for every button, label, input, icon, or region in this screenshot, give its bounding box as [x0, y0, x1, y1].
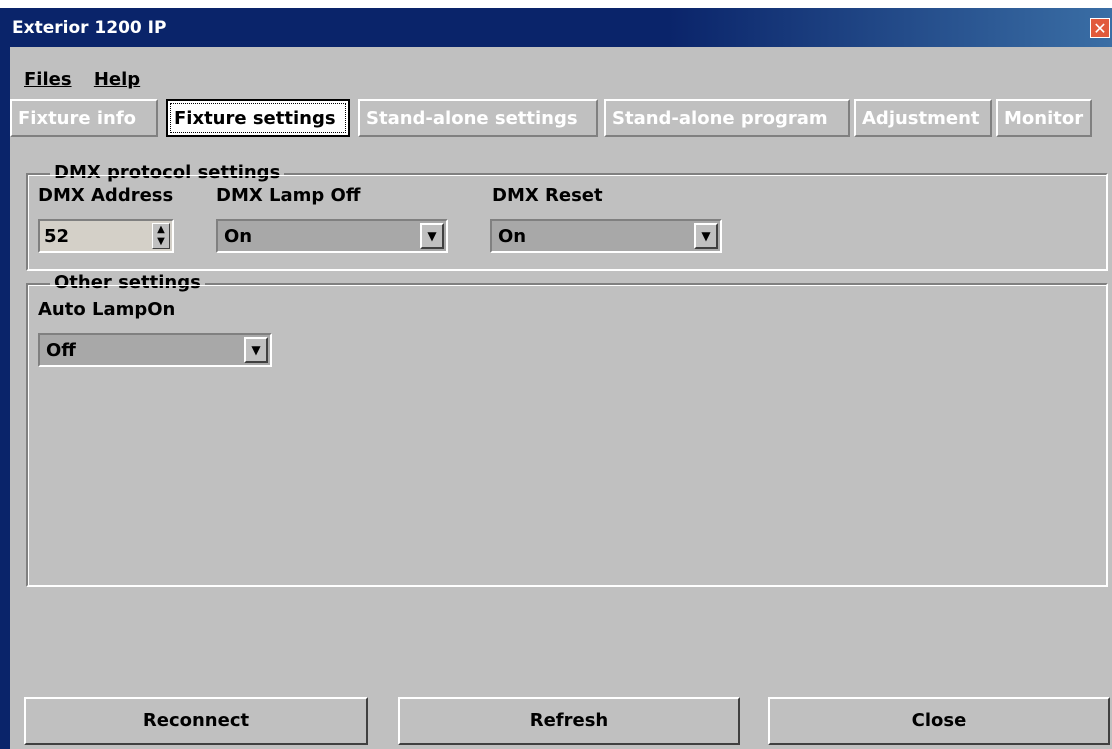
chevron-down-icon[interactable]: ▼ [244, 337, 268, 363]
other-settings-legend: Other settings [50, 272, 205, 293]
tab-monitor[interactable]: Monitor [996, 99, 1092, 137]
tab-stand-alone-program[interactable]: Stand-alone program [604, 99, 850, 137]
tab-fixture-settings[interactable]: Fixture settings [166, 99, 350, 137]
menu-bar: Files Help [24, 69, 156, 90]
menu-files[interactable]: Files [24, 69, 72, 90]
auto-lamp-on-label: Auto LampOn [38, 299, 176, 320]
dmx-reset-select[interactable]: On ▼ [490, 219, 722, 253]
tab-fixture-info[interactable]: Fixture info [10, 99, 158, 137]
dmx-lamp-off-label: DMX Lamp Off [216, 185, 361, 206]
tab-adjustment[interactable]: Adjustment [854, 99, 992, 137]
app-window: Exterior 1200 IP ✕ Files Help Fixture in… [0, 8, 1112, 749]
other-settings-group: Other settings Auto LampOn Off ▼ [26, 272, 1108, 587]
reconnect-button[interactable]: Reconnect [24, 697, 368, 745]
dmx-lamp-off-value: On [224, 226, 253, 247]
chevron-down-icon[interactable]: ▼ [420, 223, 444, 249]
menu-help[interactable]: Help [94, 69, 140, 90]
dmx-reset-label: DMX Reset [492, 185, 603, 206]
auto-lamp-on-value: Off [46, 340, 76, 361]
client-area: Files Help Fixture info Fixture settings… [10, 47, 1112, 749]
refresh-button[interactable]: Refresh [398, 697, 740, 745]
chevron-down-icon[interactable]: ▼ [694, 223, 718, 249]
window-title: Exterior 1200 IP [12, 18, 167, 38]
menu-files-label: Files [24, 69, 72, 90]
dmx-address-label: DMX Address [38, 185, 174, 206]
close-window-button[interactable]: ✕ [1090, 18, 1110, 38]
updown-arrows-icon[interactable]: ▲ ▼ [152, 223, 170, 249]
menu-help-label: Help [93, 69, 141, 90]
dmx-address-value: 52 [44, 226, 70, 247]
auto-lamp-on-select[interactable]: Off ▼ [38, 333, 272, 367]
dmx-protocol-group: DMX protocol settings DMX Address 52 ▲ ▼ … [26, 162, 1108, 271]
tab-strip: Fixture info Fixture settings Stand-alon… [10, 99, 1112, 137]
dmx-address-spinner[interactable]: 52 ▲ ▼ [38, 219, 174, 253]
dmx-reset-value: On [498, 226, 527, 247]
window-left-border [0, 8, 10, 749]
dmx-protocol-legend: DMX protocol settings [50, 162, 285, 183]
dmx-lamp-off-select[interactable]: On ▼ [216, 219, 448, 253]
tab-stand-alone-settings[interactable]: Stand-alone settings [358, 99, 598, 137]
close-button[interactable]: Close [768, 697, 1110, 745]
title-bar[interactable]: Exterior 1200 IP ✕ [0, 8, 1112, 47]
